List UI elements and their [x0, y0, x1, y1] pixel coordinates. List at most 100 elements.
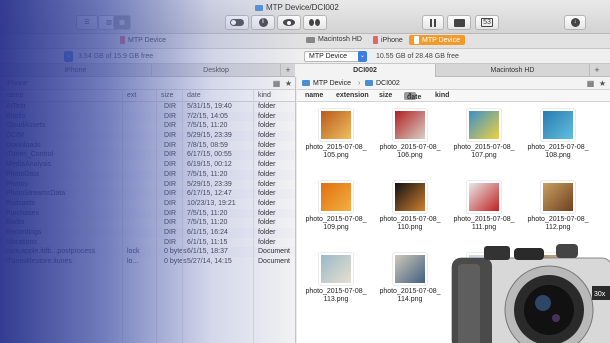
cell-date: 6/17/15, 12:47: [187, 190, 232, 198]
right-volume-dropdown[interactable]: MTP Device: [304, 51, 366, 62]
table-row[interactable]: PhotoStreamsData DIR 6/17/15, 12:47 folder: [0, 189, 295, 199]
device-left-mtp[interactable]: MTP Device: [120, 36, 166, 44]
file-name: photo_2015-07-08_ 112.png: [523, 216, 593, 232]
lens-reflection: [535, 295, 551, 311]
tab-macintosh-hd[interactable]: Macintosh HD: [436, 64, 590, 77]
search-button[interactable]: [303, 15, 327, 30]
new-folder-button[interactable]: [447, 15, 471, 30]
device-macintosh-hd[interactable]: Macintosh HD: [306, 36, 362, 43]
image-thumbnail: [467, 109, 501, 141]
flash-housing: [514, 248, 544, 260]
file-item[interactable]: photo_2015-07-08_ 109.png: [301, 181, 371, 232]
tab-desktop[interactable]: Desktop: [152, 64, 281, 77]
right-volume-dropdown-arrow[interactable]: ⌄: [358, 51, 367, 62]
cell-date: 7/5/15, 11:20: [187, 219, 228, 227]
file-name-line2: 110.png: [397, 224, 423, 231]
table-row[interactable]: Purchases DIR 7/5/15, 11:20 folder: [0, 208, 295, 219]
table-row[interactable]: Podcasts DIR 10/23/13, 19:21 folder: [0, 199, 295, 209]
column-header-size[interactable]: size: [161, 92, 173, 99]
column-header-name[interactable]: name: [6, 92, 24, 99]
table-row[interactable]: Books DIR 7/2/15, 14:05 folder: [0, 111, 295, 122]
image-thumbnail: [319, 253, 353, 285]
column-divider: [253, 90, 254, 343]
cell-size: DIR: [164, 112, 177, 120]
column-header-date[interactable]: date ⌃: [404, 92, 421, 101]
file-item[interactable]: photo_2015-07-08_ 108.png: [523, 109, 593, 160]
file-item[interactable]: photo_2015-07-08_ 107.png: [449, 109, 519, 160]
file-item[interactable]: photo_2015-07-08_ 105.png: [301, 109, 371, 160]
file-item[interactable]: photo_2015-07-08_ 106.png: [375, 109, 445, 160]
tab-iphone[interactable]: iPhone: [0, 64, 152, 77]
left-volume-dropdown-arrow[interactable]: ⌄: [64, 51, 73, 62]
hidden-files-toggle[interactable]: [225, 15, 249, 30]
table-row[interactable]: iTunesRestore.itunes lo... 0 bytes 5/27/14,…: [0, 257, 295, 267]
table-row[interactable]: Radio DIR 7/5/15, 11:20 folder: [0, 218, 295, 228]
table-row[interactable]: PhotoData DIR 7/5/15, 11:20 folder: [0, 169, 295, 180]
file-name-line2: 114.png: [397, 296, 423, 303]
tab-label: Desktop: [203, 67, 229, 74]
tab-dci002[interactable]: DCI002: [295, 64, 436, 77]
table-row[interactable]: Vibrations DIR 6/1/15, 11:15 folder: [0, 238, 295, 248]
grid-toggle-icon[interactable]: ▦: [586, 79, 595, 88]
file-item[interactable]: photo_2015-07-08_ 111.png: [449, 181, 519, 232]
tabs-counter-button[interactable]: 53: [475, 15, 499, 30]
cell-date: 6/1/15, 16:24: [187, 228, 228, 236]
file-item[interactable]: photo_2015-07-08_ 112.png: [523, 181, 593, 232]
column-header-kind[interactable]: kind: [258, 92, 271, 99]
view-icons-button[interactable]: ▦: [113, 15, 131, 30]
add-tab-right-button[interactable]: +: [590, 64, 604, 76]
download-icon: ↓: [570, 18, 580, 27]
dual-pane-button[interactable]: [422, 15, 444, 30]
grid-toggle-icon[interactable]: ▦: [272, 79, 281, 88]
cell-kind: folder: [258, 132, 276, 140]
table-row[interactable]: iTunes_Control DIR 6/17/15, 00:55 folder: [0, 150, 295, 161]
view-toggle-button[interactable]: ☰: [76, 15, 98, 30]
table-row[interactable]: Downloads DIR 7/8/15, 08:59 folder: [0, 141, 295, 151]
cell-size: DIR: [164, 209, 177, 217]
table-row[interactable]: MediaAnalysis DIR 6/19/15, 00:12 folder: [0, 160, 295, 170]
cell-kind: folder: [258, 209, 276, 217]
column-divider: [122, 90, 123, 343]
cell-size: DIR: [164, 161, 177, 169]
cell-kind: folder: [258, 103, 276, 110]
star-icon[interactable]: ★: [599, 79, 606, 88]
device-mtp-active[interactable]: MTP Device: [409, 35, 465, 45]
column-header-date[interactable]: date: [187, 92, 201, 99]
file-item[interactable]: photo_2015-07-08_ 114.png: [375, 253, 445, 304]
info-button[interactable]: i: [251, 15, 275, 30]
column-header-extension[interactable]: extension: [336, 92, 369, 99]
download-button[interactable]: ↓: [564, 15, 586, 30]
cell-name: Downloads: [6, 141, 41, 149]
table-row[interactable]: com.apple.itdb...postprocess lock 0 bytes 6…: [0, 247, 295, 257]
cell-date: 6/1/15, 18:37: [187, 248, 228, 256]
table-row[interactable]: CloudAssets DIR 7/5/15, 11:20 folder: [0, 121, 295, 131]
table-row[interactable]: Recordings DIR 6/1/15, 16:24 folder: [0, 227, 295, 238]
breadcrumb-device[interactable]: MTP Device: [313, 80, 351, 87]
column-header-ext[interactable]: ext: [127, 92, 136, 99]
column-header-name[interactable]: name: [305, 92, 323, 99]
file-item[interactable]: photo_2015-07-08_ 110.png: [375, 181, 445, 232]
cell-name: Radio: [6, 219, 25, 227]
cell-date: 5/27/14, 14:15: [187, 258, 232, 265]
preview-button[interactable]: [277, 15, 301, 30]
folder-icon: [365, 80, 373, 86]
add-tab-left-button[interactable]: +: [281, 64, 295, 76]
tab-bar: iPhone Desktop + DCI002 Macintosh HD +: [0, 64, 610, 77]
breadcrumb-item[interactable]: iPhone: [6, 80, 28, 87]
table-row[interactable]: A/Test DIR 5/31/15, 19:40 folder: [0, 102, 295, 112]
shutter-housing: [484, 246, 510, 260]
device-iphone[interactable]: iPhone: [373, 36, 403, 44]
column-header-size[interactable]: size: [379, 92, 392, 99]
tab-label: DCI002: [353, 67, 377, 74]
folder-icon: [255, 5, 263, 11]
column-header-kind[interactable]: kind: [435, 92, 449, 99]
breadcrumb-folder[interactable]: DCI002: [376, 80, 400, 87]
right-free-space: 10.55 GB of 28.48 GB free: [376, 53, 459, 60]
cell-size: DIR: [164, 132, 177, 140]
table-row[interactable]: Photos DIR 5/29/15, 23:39 folder: [0, 180, 295, 190]
file-item[interactable]: photo_2015-07-08_ 113.png: [301, 253, 371, 304]
table-row[interactable]: DCIM DIR 5/29/15, 23:39 folder: [0, 131, 295, 141]
star-icon[interactable]: ★: [285, 79, 292, 88]
file-name-line2: 111.png: [471, 224, 497, 231]
lens-reflection-2: [552, 314, 560, 322]
